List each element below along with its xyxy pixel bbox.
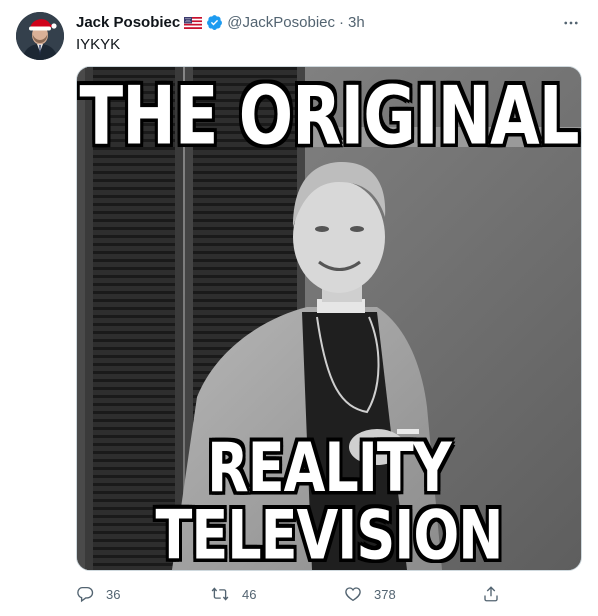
heart-icon [344, 585, 362, 603]
tweet[interactable]: Jack Posobiec @JackPosobiec · 3h IYKYK T… [0, 0, 598, 616]
avatar[interactable] [16, 12, 64, 60]
separator-dot: · [339, 13, 345, 31]
share-button[interactable] [482, 585, 500, 603]
verified-badge-icon [206, 14, 223, 31]
meme-caption-top: THE ORIGINAL [79, 70, 580, 164]
reply-count: 36 [106, 586, 121, 602]
retweet-icon [210, 585, 230, 603]
like-button[interactable]: 378 [344, 585, 396, 603]
timestamp[interactable]: 3h [348, 14, 365, 31]
retweet-count: 46 [242, 586, 257, 602]
tweet-actions: 36 46 378 [76, 584, 516, 604]
handle[interactable]: @JackPosobiec [227, 14, 335, 31]
reply-button[interactable]: 36 [76, 585, 120, 603]
like-count: 378 [374, 586, 396, 602]
meme-caption-bottom: REALITY TELEVISION [155, 428, 504, 571]
more-options-icon[interactable] [560, 12, 582, 34]
tweet-text: IYKYK [76, 36, 121, 53]
retweet-button[interactable]: 46 [210, 585, 256, 603]
reply-icon [76, 585, 94, 603]
tweet-header: Jack Posobiec @JackPosobiec · 3h [76, 12, 365, 32]
share-icon [482, 585, 500, 603]
display-name[interactable]: Jack Posobiec [76, 14, 180, 31]
us-flag-icon [184, 16, 203, 29]
tweet-media-image[interactable]: THE ORIGINAL REALITY TELEVISION [76, 66, 582, 571]
